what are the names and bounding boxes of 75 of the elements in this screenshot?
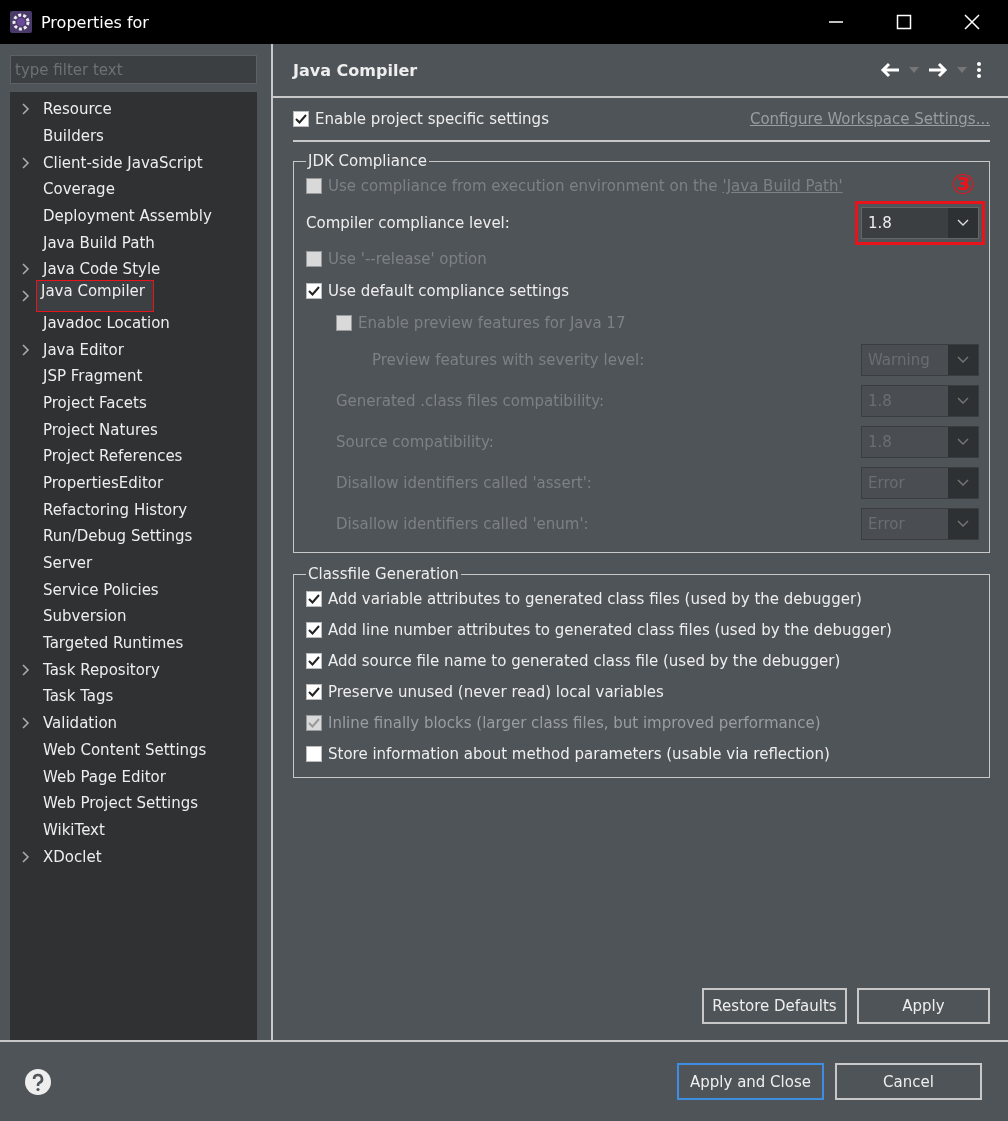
group-title: JDK Compliance [306,152,428,170]
chevron-down-icon [957,219,969,226]
back-arrow-icon[interactable] [880,62,900,78]
tree-item[interactable]: Service Policies [36,576,166,603]
group-title: Classfile Generation [307,565,460,583]
chevron-down-icon [957,397,969,404]
chevron-icon[interactable] [22,717,30,730]
checkbox-label: Add line number attributes to generated class files (used by the debugger) [328,620,892,639]
tree-item[interactable]: Task Repository [36,656,167,683]
tree-item[interactable]: Project Facets [36,389,154,416]
checkbox[interactable] [306,745,322,762]
tree-item[interactable]: Refactoring History [36,496,195,523]
dialog-button[interactable]: Cancel [835,1063,982,1100]
chevron-icon[interactable] [22,663,30,676]
tree-item[interactable]: Subversion [36,603,134,630]
chevron-icon[interactable] [22,103,30,116]
tree-item[interactable]: Server [36,550,100,577]
tree-item[interactable]: Run/Debug Settings [36,523,200,550]
tree-item[interactable]: Client-side JavaScript [36,149,210,176]
chevron-down-icon [957,520,969,527]
tree-item[interactable]: Java Compiler [36,280,154,313]
chevron-down-icon [957,356,969,363]
tree-item[interactable]: Deployment Assembly [36,203,219,230]
maximize-icon[interactable] [896,14,912,30]
checkbox[interactable] [293,111,309,127]
tree-item[interactable]: PropertiesEditor [36,469,171,496]
setting-label: Compiler compliance level: [306,213,510,232]
tree-item[interactable]: WikiText [36,816,112,843]
page-title: Java Compiler [293,60,418,80]
tree-item[interactable]: Validation [36,710,125,737]
checkbox[interactable] [306,590,322,607]
chevron-icon[interactable] [22,263,30,276]
checkbox-label: Inline finally blocks (larger class files, but improved performance) [328,713,821,732]
checkbox[interactable] [306,283,322,299]
checkbox[interactable] [306,652,322,669]
page-button[interactable]: Apply [857,988,990,1024]
annotation-number: ③ [951,168,975,201]
tree-item[interactable]: Project Natures [36,416,165,443]
more-icon[interactable] [976,61,982,79]
tree-item[interactable]: XDoclet [36,843,109,870]
tree-item[interactable]: Targeted Runtimes [36,630,191,657]
checkbox-label: Use default compliance settings [328,282,569,300]
checkbox-label: Add source file name to generated class file (used by the debugger) [328,651,841,670]
tree-item[interactable]: Resource [36,96,119,123]
tree-item[interactable]: Java Code Style [36,256,168,283]
dialog-button[interactable]: Apply and Close [677,1063,824,1100]
checkbox-label: Preserve unused (never read) local variables [328,682,664,701]
chevron-down-icon [957,438,969,445]
chevron-icon[interactable] [22,850,30,863]
checkbox-label: Store information about method parameters (usable via reflection) [328,744,830,763]
chevron-down-icon [957,479,969,486]
chevron-icon[interactable] [22,343,30,356]
tree-item[interactable]: Builders [36,123,111,150]
tree-item[interactable]: Coverage [36,176,122,203]
checkbox-label: Add variable attributes to generated class files (used by the debugger) [328,589,862,608]
page-button[interactable]: Restore Defaults [702,988,847,1024]
tree-item[interactable]: Project References [36,443,190,470]
tree-item[interactable]: Web Content Settings [36,736,214,763]
tree-item[interactable]: Task Tags [36,683,121,710]
chevron-icon[interactable] [22,156,30,169]
forward-arrow-icon[interactable] [928,62,948,78]
tree-item[interactable]: Web Page Editor [36,763,173,790]
chevron-icon[interactable] [22,290,30,303]
dropdown[interactable]: 1.8 [861,206,979,239]
checkbox-label: Enable project specific settings [315,110,549,128]
tree-item[interactable]: Java Editor [36,336,131,363]
window-title: Properties for [41,12,149,32]
tree-item[interactable]: JSP Fragment [36,363,150,390]
checkbox[interactable] [306,683,322,700]
tree-item[interactable]: Web Project Settings [36,790,206,817]
help-icon[interactable] [24,1067,52,1096]
checkbox[interactable] [306,621,322,638]
close-icon[interactable] [964,14,980,30]
app-icon [10,11,32,33]
tree-item[interactable]: Java Build Path [36,229,162,256]
